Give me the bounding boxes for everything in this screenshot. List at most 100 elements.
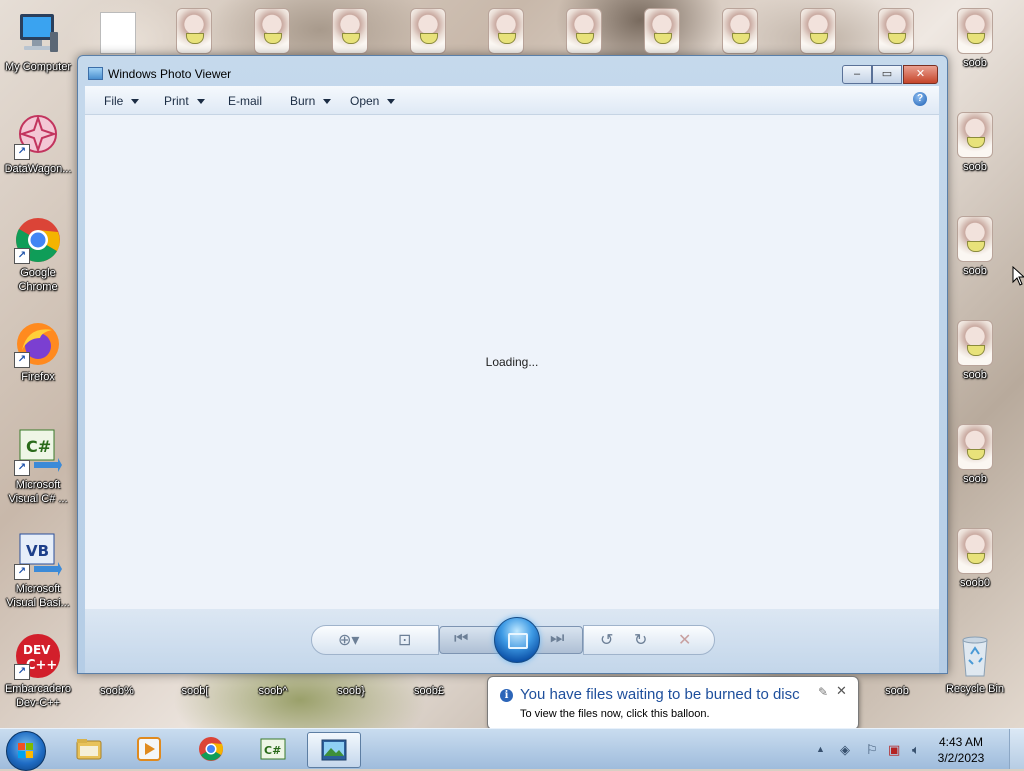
show-desktop-button[interactable] [1009, 729, 1024, 769]
soob-image-icon[interactable] [488, 8, 524, 54]
desktop-icon-label: Google Chrome [18, 267, 58, 293]
desktop-icon-soob[interactable]: soob [937, 112, 1013, 174]
desktop-icon-google-chrome[interactable]: ↗ Google Chrome [0, 216, 76, 294]
soob-image-icon[interactable] [410, 8, 446, 54]
soob-image-icon[interactable] [878, 8, 914, 54]
desktop-icon-soob[interactable]: soob [937, 320, 1013, 382]
balloon-close-icon[interactable]: ✕ [836, 683, 847, 699]
desktop-icon-label: Firefox [21, 371, 55, 383]
desktop-icon-label: My Computer [4, 61, 72, 73]
soob-image-icon[interactable] [800, 8, 836, 54]
help-icon[interactable]: ? [913, 92, 927, 106]
desktop-icon-visual-csharp[interactable]: C# ↗ Microsoft Visual C# ... [0, 428, 76, 506]
soob-image-icon [957, 8, 993, 54]
desktop-icon-label: Embarcadero Dev-C++ [4, 683, 72, 709]
desktop-icon-my-computer[interactable]: My Computer [0, 10, 76, 74]
soob-image-icon [957, 528, 993, 574]
soob-image-icon[interactable] [254, 8, 290, 54]
soob-image-icon[interactable] [332, 8, 368, 54]
svg-text:C#: C# [264, 744, 281, 757]
taskbar: C# ▲ ◈ ⚐ ▣ 🔈︎ 4:43 AM 3/2/2023 [0, 728, 1024, 771]
photo-viewer-window[interactable]: Windows Photo Viewer – ▭ ✕ File Print E-… [77, 55, 948, 674]
clock[interactable]: 4:43 AM 3/2/2023 [930, 734, 992, 766]
taskbar-photo-viewer[interactable] [307, 732, 361, 768]
options-icon[interactable]: ✎ [818, 685, 828, 699]
desktop-icon-label: soob [963, 369, 987, 381]
menu-burn[interactable]: Burn [290, 94, 332, 108]
window-title: Windows Photo Viewer [108, 67, 232, 81]
network-disconnected-icon[interactable]: ▣ [888, 742, 900, 758]
desktop-icon-soob-caret[interactable]: soob^ [235, 682, 311, 698]
soob-image-icon [957, 424, 993, 470]
desktop-icon-soob-bracket[interactable]: soob[ [157, 682, 233, 698]
balloon-body: To view the files now, click this balloo… [520, 708, 710, 720]
taskbar-visual-csharp[interactable]: C# [247, 732, 299, 766]
menu-email[interactable]: E-mail [228, 94, 262, 108]
menu-open[interactable]: Open [350, 94, 396, 108]
desktop-icon-label: soob0 [960, 577, 990, 589]
desktop-icon-recycle-bin[interactable]: Recycle Bin [937, 632, 1013, 696]
desktop-icon-soob-pound[interactable]: soob£ [391, 682, 467, 698]
taskbar-media-player[interactable] [123, 732, 175, 766]
soob-image-icon[interactable] [566, 8, 602, 54]
show-hidden-icons-icon[interactable]: ▲ [816, 744, 825, 754]
left-control-group: ⊕▾ ⊡ [311, 625, 439, 655]
desktop-icon-soob[interactable]: soob [937, 8, 1013, 70]
desktop-icon-soob0[interactable]: soob0 [937, 528, 1013, 590]
desktop-icon-label: DataWagon... [4, 163, 72, 175]
desktop-icon-soob-percent[interactable]: soob% [79, 682, 155, 698]
visual-basic-icon: VB ↗ [14, 532, 62, 580]
burn-notification-balloon[interactable]: i You have files waiting to be burned to… [487, 676, 859, 742]
soob-image-icon[interactable] [176, 8, 212, 54]
actual-size-icon[interactable]: ⊡ [398, 630, 411, 650]
desktop-icon-label: soob [963, 473, 987, 485]
my-computer-icon [14, 10, 62, 58]
visual-csharp-icon: C# [260, 736, 286, 762]
soob-image-icon[interactable] [644, 8, 680, 54]
dropdown-arrow-icon [131, 99, 140, 105]
desktop-icon-soob[interactable]: soob [859, 682, 935, 698]
desktop-icon-soob[interactable]: soob [937, 216, 1013, 278]
desktop-icon-soob-brace[interactable]: soob} [313, 682, 389, 698]
previous-icon[interactable]: ⏮ [454, 630, 468, 648]
photo-viewer-icon [88, 67, 103, 80]
rotate-clockwise-icon[interactable]: ↻ [634, 630, 647, 650]
delete-icon[interactable]: ✕ [678, 630, 691, 650]
next-icon[interactable]: ⏭ [550, 630, 564, 648]
chrome-icon: ↗ [14, 216, 62, 264]
image-canvas[interactable]: Loading... [85, 115, 939, 609]
close-button[interactable]: ✕ [903, 65, 938, 84]
minimize-button[interactable]: – [842, 65, 872, 84]
blank-file-icon[interactable] [100, 12, 136, 54]
taskbar-windows-explorer[interactable] [63, 732, 115, 766]
burn-disc-icon[interactable]: ◈ [840, 742, 850, 758]
menu-print[interactable]: Print [164, 94, 205, 108]
svg-text:VB: VB [26, 542, 49, 560]
playback-controls: ⊕▾ ⊡ ⏮ ⏭ ↺ ↻ ✕ [85, 609, 939, 673]
taskbar-google-chrome[interactable] [185, 732, 237, 766]
dropdown-arrow-icon [323, 99, 332, 105]
title-bar[interactable]: Windows Photo Viewer – ▭ ✕ [78, 56, 947, 86]
desktop-icon-label: soob^ [258, 685, 288, 697]
rotate-counterclockwise-icon[interactable]: ↺ [600, 630, 613, 650]
volume-icon[interactable]: 🔈︎ [912, 742, 920, 758]
desktop-icon-label: soob [885, 685, 909, 697]
menu-file[interactable]: File [104, 94, 140, 108]
loading-text: Loading... [485, 355, 539, 369]
media-player-icon [136, 736, 162, 762]
desktop-icon-dev-cpp[interactable]: DEV C++ ↗ Embarcadero Dev-C++ [0, 632, 76, 710]
menu-label: Print [164, 94, 189, 108]
dropdown-arrow-icon [196, 99, 205, 105]
slideshow-button[interactable] [494, 617, 540, 663]
maximize-button[interactable]: ▭ [872, 65, 902, 84]
desktop-icon-firefox[interactable]: ↗ Firefox [0, 320, 76, 384]
desktop-icon-visual-basic[interactable]: VB ↗ Microsoft Visual Basi... [0, 532, 76, 610]
zoom-icon[interactable]: ⊕▾ [338, 630, 359, 650]
start-button[interactable] [6, 731, 46, 771]
action-center-icon[interactable]: ⚐ [866, 742, 878, 758]
shortcut-arrow-icon: ↗ [14, 352, 30, 368]
desktop-icon-soob[interactable]: soob [937, 424, 1013, 486]
soob-image-icon[interactable] [722, 8, 758, 54]
desktop-icon-datawagon[interactable]: ↗ DataWagon... [0, 112, 76, 176]
desktop-icon-label: soob [963, 57, 987, 69]
